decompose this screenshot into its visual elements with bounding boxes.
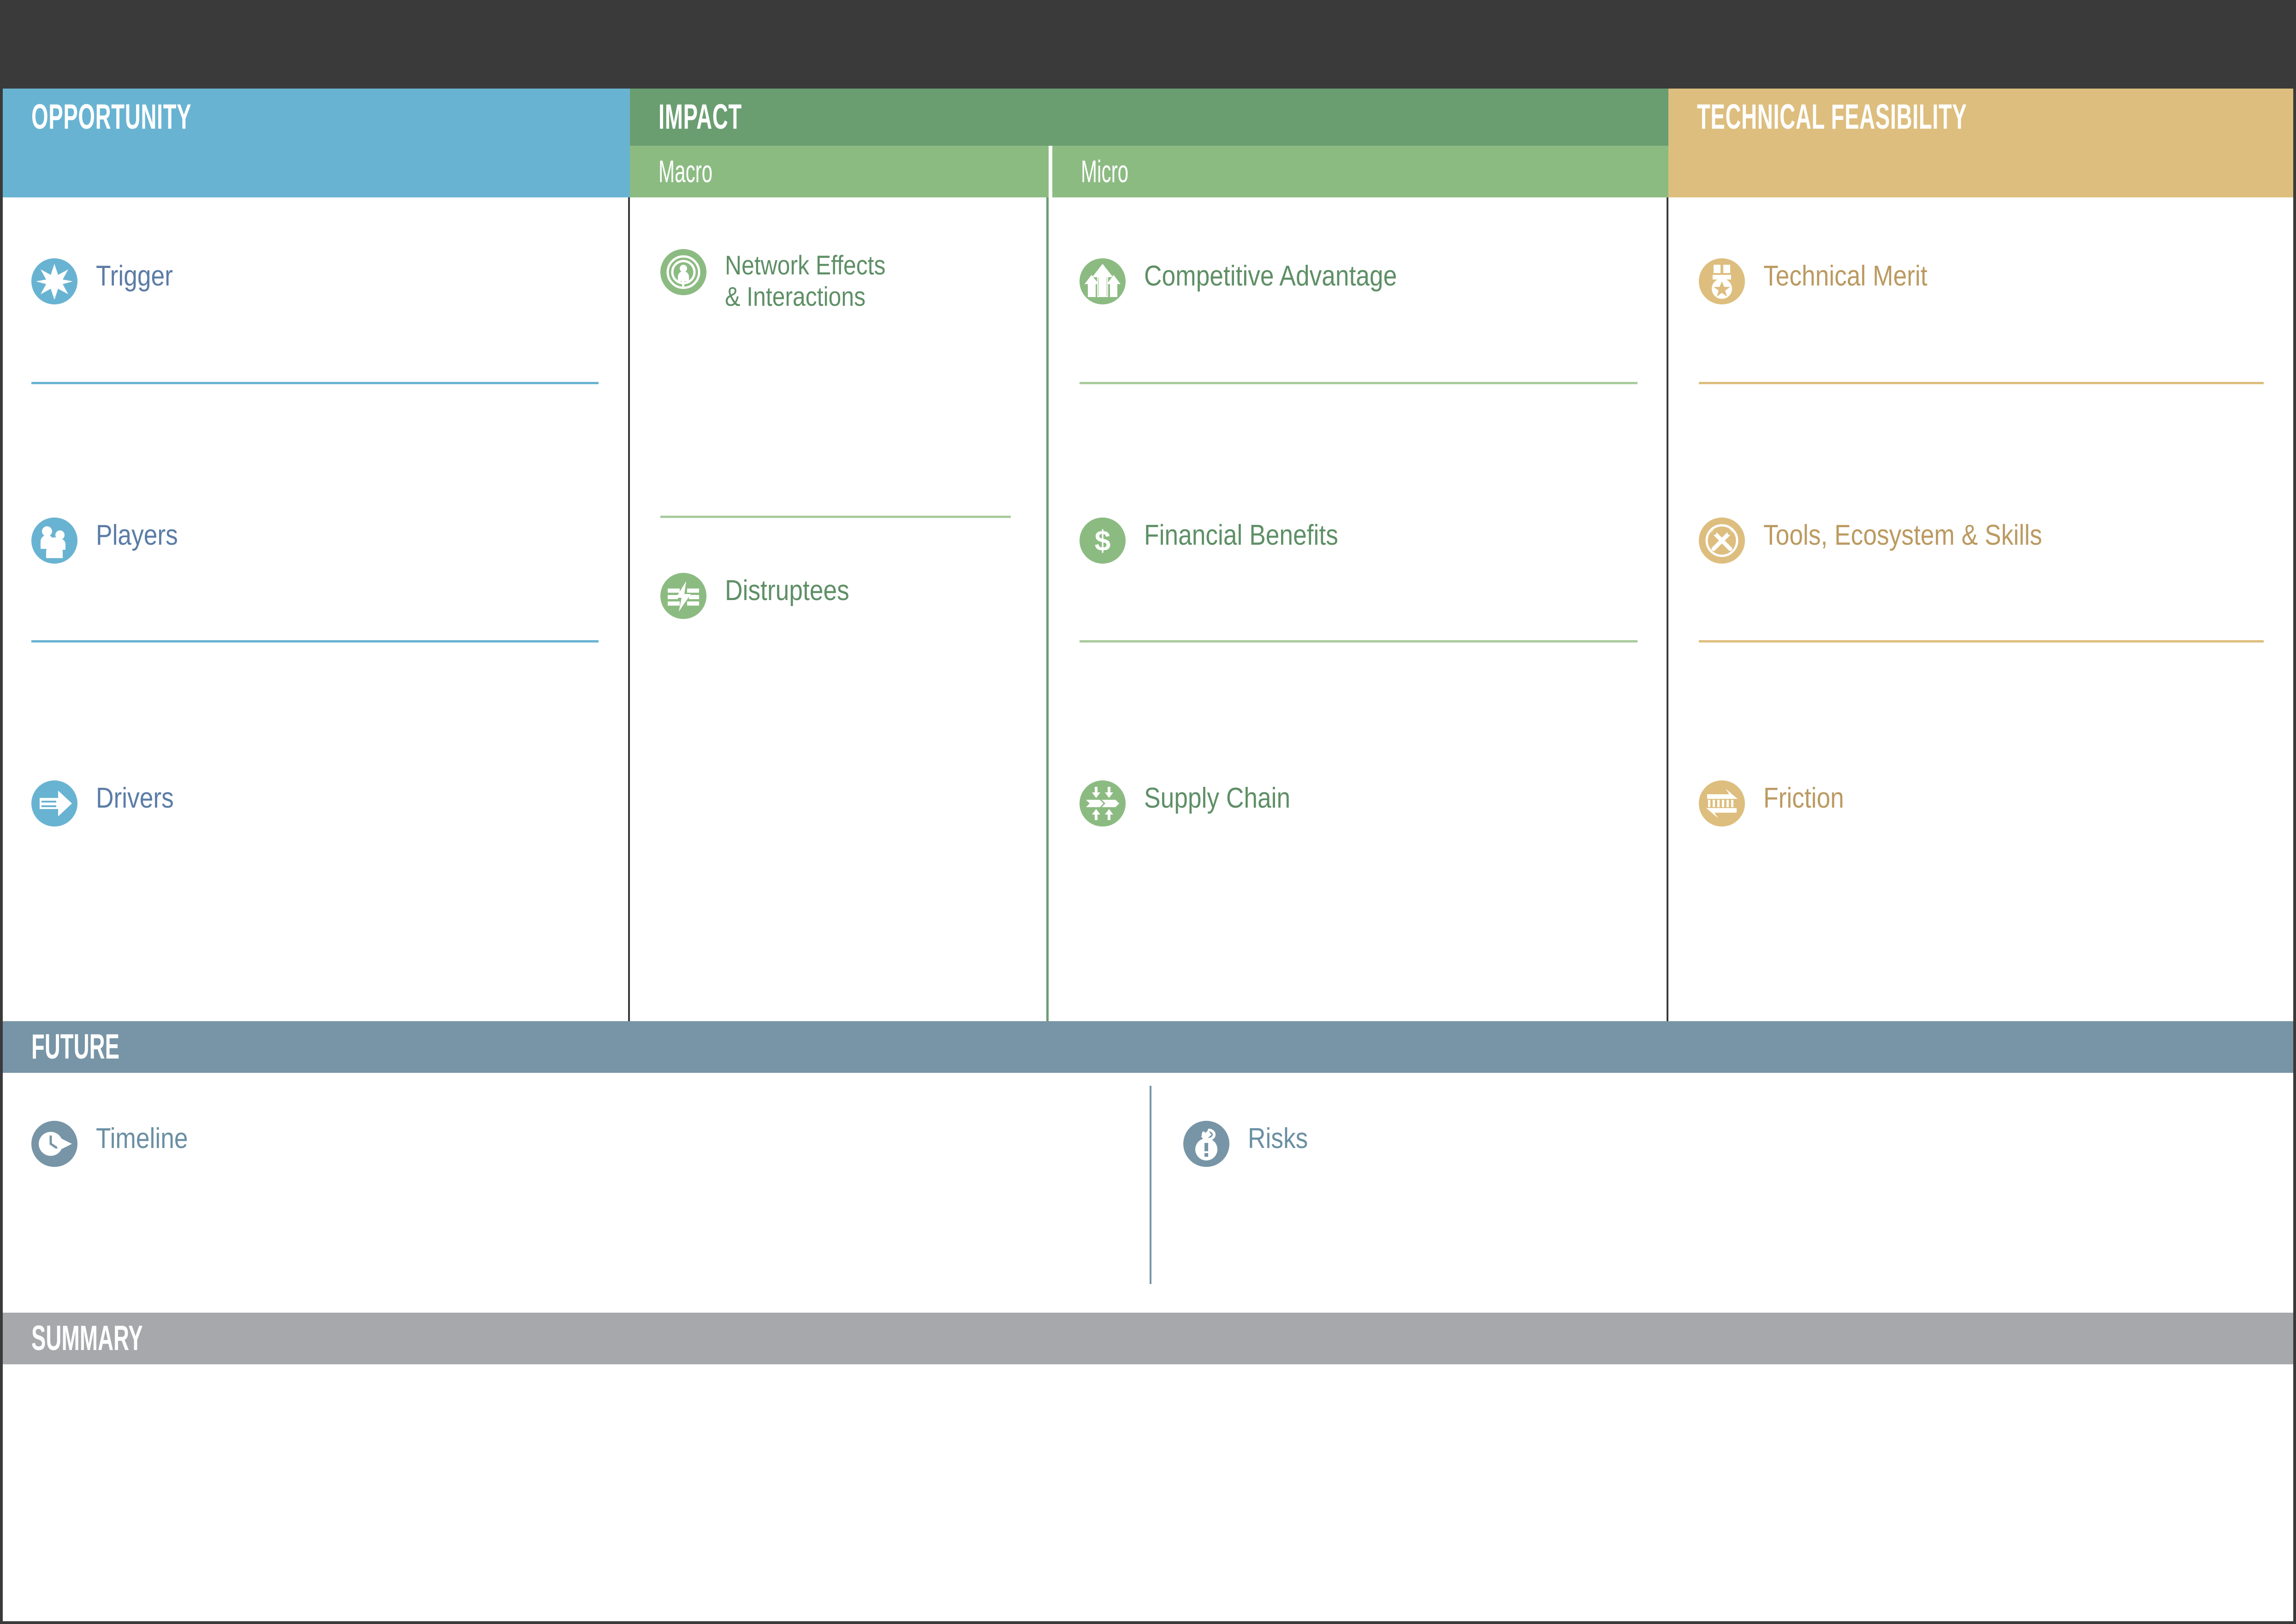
lightning-bolt-icon <box>660 573 706 619</box>
column-macro: Network Effects & Interactions Distrupte… <box>632 197 1049 1021</box>
item-friction-label: Friction <box>1763 782 1844 814</box>
item-competitive-advantage-label: Competitive Advantage <box>1144 260 1397 292</box>
divider-macro-1 <box>660 516 1011 518</box>
header-technical-feasibility-label: TECHNICAL FEASIBILITY <box>1697 97 1967 137</box>
divider-micro-1 <box>1080 382 1637 384</box>
dollar-sign-icon: $ <box>1080 518 1126 564</box>
item-technical-merit-label: Technical Merit <box>1763 260 1928 292</box>
item-trigger-label: Trigger <box>96 260 173 292</box>
divider-opportunity-1 <box>31 382 599 384</box>
item-technical-merit[interactable]: Technical Merit <box>1670 256 2293 304</box>
bomb-alert-icon <box>1183 1121 1229 1167</box>
divider-technical-2 <box>1699 640 2264 642</box>
up-arrows-icon <box>1080 258 1126 304</box>
header-impact: IMPACT <box>630 89 1668 146</box>
disruption-canvas: OPPORTUNITY IMPACT TECHNICAL FEASIBILITY… <box>0 0 2296 1624</box>
section-headers-row: OPPORTUNITY IMPACT TECHNICAL FEASIBILITY <box>3 89 2293 146</box>
header-opportunity-fill <box>3 146 630 197</box>
people-group-icon <box>31 518 77 564</box>
header-impact-label: IMPACT <box>659 97 742 137</box>
subheader-divider <box>1049 146 1052 197</box>
item-distruptees-label: Distruptees <box>725 575 849 607</box>
supply-flow-icon <box>1080 780 1126 827</box>
item-distruptees[interactable]: Distruptees <box>632 571 1046 619</box>
right-arrow-icon <box>31 780 77 827</box>
item-drivers[interactable]: Drivers <box>3 779 628 827</box>
item-tools-ecosystem-skills-label: Tools, Ecosystem & Skills <box>1763 519 2042 551</box>
item-players[interactable]: Players <box>3 516 628 564</box>
header-technical-fill <box>1668 146 2293 197</box>
subheader-macro: Macro <box>630 146 1049 197</box>
item-timeline[interactable]: Timeline <box>3 1119 1109 1167</box>
divider-opportunity-2 <box>31 640 599 642</box>
header-technical-feasibility: TECHNICAL FEASIBILITY <box>1668 89 2293 146</box>
item-trigger[interactable]: Trigger <box>3 256 628 304</box>
item-financial-benefits-label: Financial Benefits <box>1144 519 1338 551</box>
friction-arrows-icon <box>1699 780 1745 827</box>
canvas-body: Trigger Players Drivers Network Effects … <box>3 197 2293 1021</box>
item-competitive-advantage[interactable]: Competitive Advantage <box>1051 256 1667 304</box>
network-rings-icon <box>660 249 706 295</box>
svg-text:$: $ <box>1095 525 1110 557</box>
award-medal-icon <box>1699 258 1745 304</box>
future-column-divider <box>1150 1086 1151 1284</box>
item-friction[interactable]: Friction <box>1670 779 2293 827</box>
summary-body <box>3 1364 2293 1621</box>
item-timeline-label: Timeline <box>96 1123 188 1154</box>
header-future: FUTURE <box>3 1021 2293 1073</box>
header-summary-label: SUMMARY <box>31 1319 143 1358</box>
header-opportunity-label: OPPORTUNITY <box>31 97 192 137</box>
item-supply-chain-label: Supply Chain <box>1144 782 1291 814</box>
header-opportunity: OPPORTUNITY <box>3 89 630 146</box>
starburst-icon <box>31 258 77 304</box>
header-summary: SUMMARY <box>3 1313 2293 1364</box>
subheader-macro-label: Macro <box>659 154 713 189</box>
column-technical-feasibility: Technical Merit Tools, Ecosystem & Skill… <box>1670 197 2293 1021</box>
item-network-effects-label: Network Effects & Interactions <box>725 250 886 312</box>
column-opportunity: Trigger Players Drivers <box>3 197 630 1021</box>
divider-technical-1 <box>1699 382 2264 384</box>
impact-subheaders-row: Macro Micro <box>630 146 1668 197</box>
divider-micro-2 <box>1080 640 1637 642</box>
header-future-label: FUTURE <box>31 1027 120 1066</box>
item-risks-label: Risks <box>1248 1123 1308 1154</box>
item-network-effects[interactable]: Network Effects & Interactions <box>632 247 1046 313</box>
subheader-micro: Micro <box>1052 146 1668 197</box>
top-dark-band <box>3 3 2293 89</box>
item-risks[interactable]: Risks <box>1183 1119 2290 1167</box>
clock-arrow-icon <box>31 1121 77 1167</box>
item-supply-chain[interactable]: Supply Chain <box>1051 779 1667 827</box>
crossed-tools-icon <box>1699 518 1745 564</box>
item-financial-benefits[interactable]: $ Financial Benefits <box>1051 516 1667 564</box>
item-players-label: Players <box>96 519 178 551</box>
future-body: Timeline Risks <box>3 1073 2293 1313</box>
item-drivers-label: Drivers <box>96 782 174 814</box>
column-micro: Competitive Advantage $ Financial Benefi… <box>1051 197 1668 1021</box>
item-tools-ecosystem-skills[interactable]: Tools, Ecosystem & Skills <box>1670 516 2293 564</box>
subheader-micro-label: Micro <box>1081 154 1129 189</box>
